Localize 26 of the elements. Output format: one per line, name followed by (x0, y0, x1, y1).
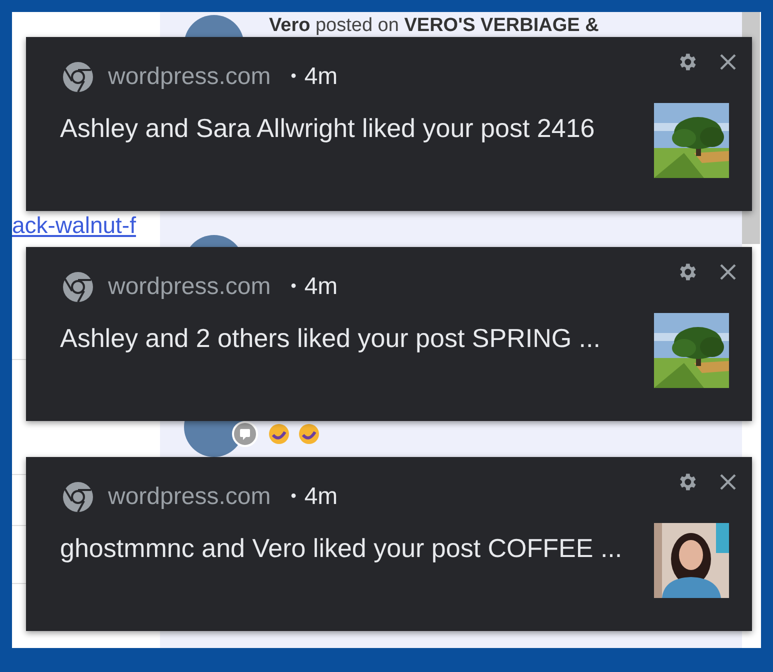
notification-message: Ashley and 2 others liked your post SPRING ... (60, 323, 600, 354)
timestamp: 4m (304, 63, 338, 91)
separator: • (290, 488, 296, 506)
separator: • (290, 68, 296, 86)
chrome-icon (62, 271, 94, 303)
timestamp: 4m (304, 483, 338, 511)
notification-card[interactable]: wordpress.com • 4m Ashley and 2 others liked your post SPRING ... (26, 247, 752, 421)
notification-card[interactable]: wordpress.com • 4m ghostmmnc and Vero liked your post COFFEE ... (26, 457, 752, 631)
laughing-emoji-icon (268, 423, 290, 445)
separator: • (290, 278, 296, 296)
close-button[interactable] (718, 52, 738, 72)
comment-icon (232, 421, 258, 447)
site-name: wordpress.com (108, 63, 271, 91)
site-name: wordpress.com (108, 273, 271, 301)
notification-card[interactable]: wordpress.com • 4m Ashley and Sara Allwright liked your post 2416 (26, 37, 752, 211)
close-button[interactable] (718, 262, 738, 282)
laughing-emoji-icon (298, 423, 320, 445)
notification-message: Ashley and Sara Allwright liked your post 2416 (60, 113, 595, 144)
link[interactable]: ack-walnut-f (12, 212, 172, 239)
site-name: wordpress.com (108, 483, 271, 511)
post-title: Vero posted on VERO'S VERBIAGE & (269, 15, 599, 37)
chrome-icon (62, 61, 94, 93)
timestamp: 4m (304, 273, 338, 301)
close-button[interactable] (718, 472, 738, 492)
notification-message: ghostmmnc and Vero liked your post COFFEE ... (60, 533, 622, 564)
chrome-icon (62, 481, 94, 513)
